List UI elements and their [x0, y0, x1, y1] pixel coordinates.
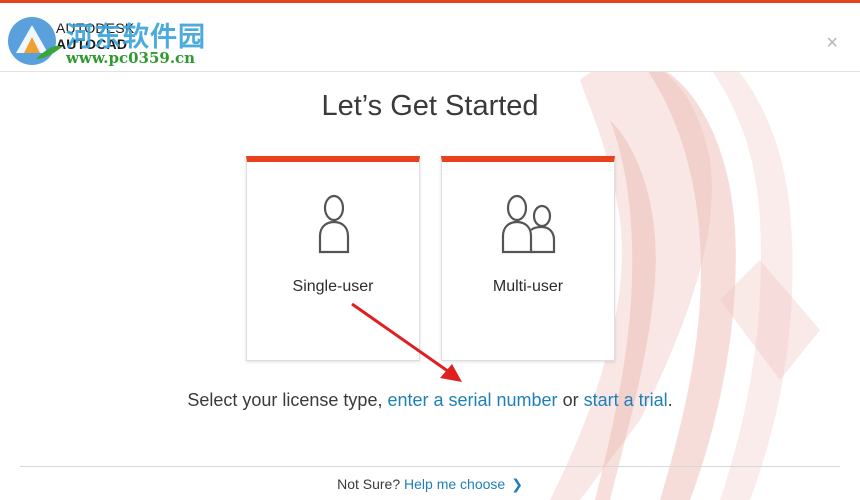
license-prompt-suffix: . — [667, 390, 673, 410]
multi-user-label: Multi-user — [492, 278, 564, 295]
header: AUTODESK AUTOCAD 河东软件园 www.pc0359.cn × — [0, 3, 860, 71]
help-row: Not Sure? Help me choose ❯ — [0, 476, 860, 493]
help-me-choose-link[interactable]: Help me choose — [404, 476, 505, 492]
single-person-icon — [318, 194, 350, 254]
chevron-right-icon[interactable]: ❯ — [511, 476, 523, 493]
enter-serial-number-link[interactable]: enter a serial number — [387, 390, 557, 410]
license-prompt-prefix: Select your license type, — [187, 390, 388, 410]
not-sure-text: Not Sure? — [337, 476, 401, 492]
two-people-icon — [501, 194, 556, 254]
annotation-arrow — [351, 302, 462, 382]
license-prompt-or: or — [557, 390, 584, 410]
page-title: Let’s Get Started — [321, 90, 539, 122]
license-prompt: Select your license type, enter a serial… — [0, 390, 860, 411]
watermark-logo-icon — [8, 17, 62, 65]
single-user-label: Single-user — [292, 278, 374, 295]
close-button[interactable]: × — [826, 33, 838, 53]
header-divider — [0, 71, 860, 72]
footer-divider — [20, 466, 840, 467]
start-trial-link[interactable]: start a trial — [584, 390, 668, 410]
watermark-site-url: www.pc0359.cn — [66, 49, 196, 67]
